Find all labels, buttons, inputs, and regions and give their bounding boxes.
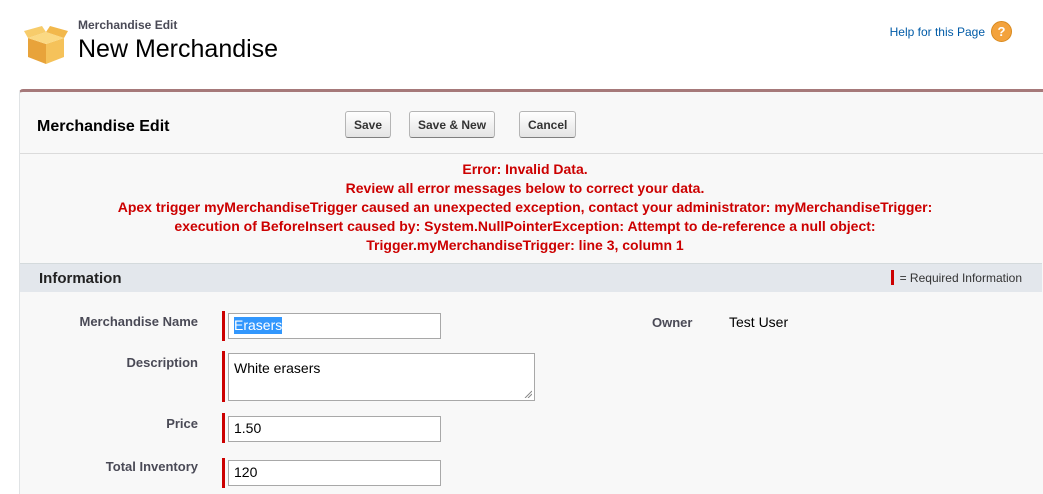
owner-value: Test User: [729, 314, 789, 330]
box-icon: [24, 26, 68, 64]
page-subtitle: Merchandise Edit: [78, 18, 178, 32]
save-button[interactable]: Save: [345, 111, 392, 138]
resize-handle-icon[interactable]: [524, 390, 532, 398]
error-line: Error: Invalid Data.: [462, 161, 588, 177]
required-marker: [222, 311, 225, 341]
required-marker: [222, 458, 225, 488]
merchandise-name-value: Erasers: [234, 317, 283, 334]
section-header: Information = Required Information: [20, 263, 1042, 292]
divider: [20, 153, 1043, 154]
required-marker: [890, 270, 894, 285]
help-label: Help for this Page: [889, 24, 985, 39]
merchandise-name-label: Merchandise Name: [79, 314, 199, 329]
section-title: Information: [39, 270, 122, 287]
help-link[interactable]: Help for this Page ?: [890, 21, 1012, 42]
error-line: Review all error messages below to corre…: [345, 180, 705, 196]
panel-title: Merchandise Edit: [37, 118, 170, 135]
description-textarea[interactable]: White erasers: [228, 353, 535, 401]
cancel-button[interactable]: Cancel: [519, 111, 577, 138]
total-inventory-input[interactable]: 120: [228, 460, 441, 486]
error-line: Trigger.myMerchandiseTrigger: line 3, co…: [366, 237, 684, 253]
required-marker: [222, 351, 225, 402]
price-input[interactable]: 1.50: [228, 416, 441, 442]
required-marker: [222, 413, 225, 443]
edit-panel: Merchandise Edit Save Save & New Cancel …: [19, 89, 1043, 494]
total-inventory-label: Total Inventory: [105, 459, 198, 474]
owner-label: Owner: [652, 315, 693, 330]
merchandise-name-input[interactable]: Erasers: [228, 313, 441, 339]
error-line: execution of BeforeInsert caused by: Sys…: [174, 218, 876, 234]
question-mark-icon: ?: [991, 21, 1012, 42]
save-and-new-button[interactable]: Save & New: [409, 111, 496, 138]
description-label: Description: [126, 355, 198, 370]
required-legend: = Required Information: [890, 270, 1022, 285]
error-message: Error: Invalid Data. Review all error me…: [20, 160, 1030, 255]
error-line: Apex trigger myMerchandiseTrigger caused…: [117, 199, 933, 215]
required-legend-label: = Required Information: [899, 270, 1022, 285]
description-value: White erasers: [234, 360, 321, 376]
page-title: New Merchandise: [78, 35, 279, 63]
price-label: Price: [166, 416, 198, 431]
